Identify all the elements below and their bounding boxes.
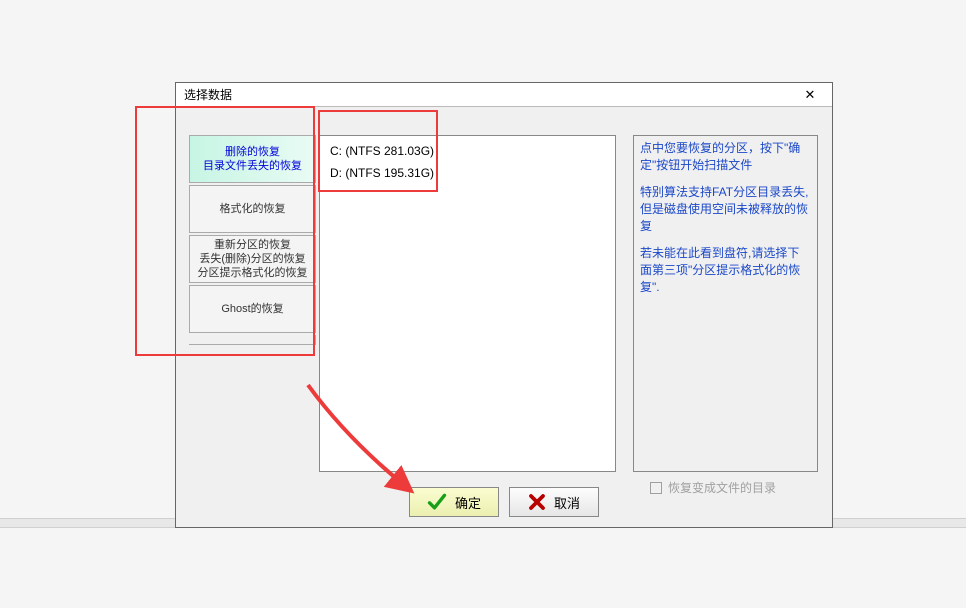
drive-list-panel: C: (NTFS 281.03G) D: (NTFS 195.31G) [319, 135, 616, 472]
check-icon [427, 492, 447, 512]
option-repartition-recovery[interactable]: 重新分区的恢复 丢失(删除)分区的恢复 分区提示格式化的恢复 [189, 235, 316, 283]
option-label: 重新分区的恢复 [214, 238, 291, 252]
hint-text: 点中您要恢复的分区，按下"确定"按钮开始扫描文件 [640, 140, 811, 174]
titlebar: 选择数据 ✕ [176, 83, 832, 107]
cancel-button[interactable]: 取消 [509, 487, 599, 517]
select-data-dialog: 选择数据 ✕ 删除的恢复 目录文件丢失的恢复 格式化的恢复 重新分区的恢复 丢失… [175, 82, 833, 528]
option-ghost-recovery[interactable]: Ghost的恢复 [189, 285, 316, 333]
hint-text: 特别算法支持FAT分区目录丢失,但是磁盘使用空间未被释放的恢复 [640, 184, 811, 235]
hint-text: 若未能在此看到盘符,请选择下面第三项"分区提示格式化的恢复". [640, 245, 811, 296]
close-icon: ✕ [805, 87, 816, 103]
option-label: 目录文件丢失的恢复 [203, 159, 302, 173]
option-deleted-recovery[interactable]: 删除的恢复 目录文件丢失的恢复 [189, 135, 316, 183]
drive-item[interactable]: D: (NTFS 195.31G) [320, 162, 615, 184]
option-label: 格式化的恢复 [220, 202, 286, 216]
option-label: 删除的恢复 [225, 145, 280, 159]
hint-panel: 点中您要恢复的分区，按下"确定"按钮开始扫描文件 特别算法支持FAT分区目录丢失… [633, 135, 818, 472]
drive-item[interactable]: C: (NTFS 281.03G) [320, 140, 615, 162]
ok-button[interactable]: 确定 [409, 487, 499, 517]
option-label: Ghost的恢复 [221, 302, 283, 316]
cross-icon [528, 493, 546, 511]
panel-border [189, 335, 316, 345]
ok-label: 确定 [455, 493, 481, 512]
window-title: 选择数据 [184, 86, 232, 103]
button-bar: 确定 取消 [176, 487, 832, 517]
option-format-recovery[interactable]: 格式化的恢复 [189, 185, 316, 233]
close-button[interactable]: ✕ [792, 83, 828, 106]
option-label: 丢失(删除)分区的恢复 [199, 252, 305, 266]
option-label: 分区提示格式化的恢复 [198, 266, 308, 280]
cancel-label: 取消 [554, 493, 580, 512]
recovery-mode-panel: 删除的恢复 目录文件丢失的恢复 格式化的恢复 重新分区的恢复 丢失(删除)分区的… [189, 135, 316, 345]
